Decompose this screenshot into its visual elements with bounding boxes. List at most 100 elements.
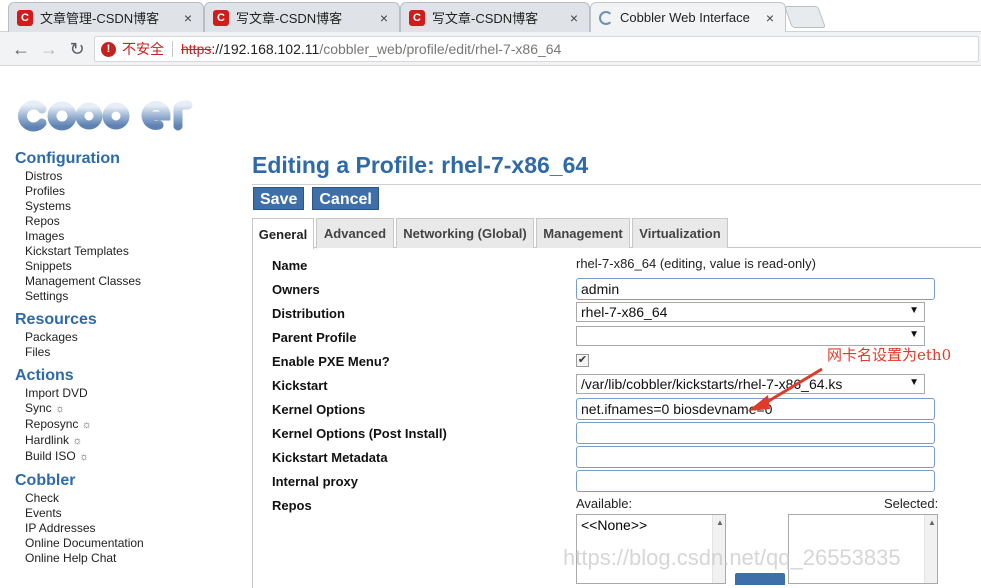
sidebar-item-snippets[interactable]: Snippets (25, 259, 215, 274)
security-label[interactable]: 不安全 (122, 39, 164, 59)
field-label: Parent Profile (272, 330, 357, 345)
sidebar-item-settings[interactable]: Settings (25, 289, 215, 304)
sidebar-list-configuration: Distros Profiles Systems Repos Images Ki… (15, 169, 215, 304)
close-icon[interactable]: × (377, 10, 391, 26)
sidebar-item-label: Hardlink (25, 433, 70, 447)
distribution-select[interactable]: rhel-7-x86_64 ▼ (576, 302, 925, 322)
sidebar-item-packages[interactable]: Packages (25, 330, 215, 345)
sidebar-item-build-iso[interactable]: Build ISO ☼ (25, 449, 215, 465)
tab-general[interactable]: General (252, 218, 314, 249)
browser-tab-title: Cobbler Web Interface (620, 10, 750, 25)
annotation-arrow-icon (748, 367, 823, 411)
kickstart-metadata-input[interactable] (576, 446, 935, 468)
url-scheme: https (181, 41, 212, 57)
page-title: Editing a Profile: rhel-7-x86_64 (252, 152, 589, 178)
list-item[interactable]: <<None>> (581, 517, 721, 533)
save-button[interactable]: Save (253, 187, 305, 210)
watermark: https://blog.csdn.net/qq_26553835 (563, 545, 901, 570)
sidebar-item-events[interactable]: Events (25, 506, 215, 521)
field-label: Internal proxy (272, 474, 358, 489)
csdn-favicon-icon: C (409, 9, 425, 26)
title-divider (252, 184, 981, 185)
new-tab-button[interactable] (783, 6, 827, 28)
main-content: Editing a Profile: rhel-7-x86_64 Save Ca… (252, 151, 981, 588)
sidebar-heading-actions: Actions (15, 367, 74, 384)
forward-arrow-icon[interactable]: → (38, 38, 60, 60)
sidebar-item-reposync[interactable]: Reposync ☼ (25, 417, 215, 433)
browser-tab-3[interactable]: C 写文章-CSDN博客 × (400, 2, 590, 32)
scroll-up-icon: ▲ (928, 518, 936, 527)
tab-management[interactable]: Management (536, 218, 630, 248)
browser-tab-title: 写文章-CSDN博客 (236, 11, 343, 26)
sidebar-item-import-dvd[interactable]: Import DVD (25, 386, 215, 401)
sidebar-heading-resources: Resources (15, 311, 97, 328)
field-label: Kernel Options (272, 402, 366, 417)
sidebar-item-online-help-chat[interactable]: Online Help Chat (25, 551, 215, 566)
address-toolbar: ← → ↻ ! 不安全 https://192.168.102.11/cobbl… (0, 32, 981, 66)
url-path: /cobbler_web/profile/edit/rhel-7-x86_64 (319, 41, 562, 57)
browser-tab-strip: C 文章管理-CSDN博客 × C 写文章-CSDN博客 × C 写文章-CSD… (0, 0, 981, 32)
field-kernel-options-row: Kernel Options net.ifnames=0 biosdevname… (272, 398, 972, 422)
sidebar-item-profiles[interactable]: Profiles (25, 184, 215, 199)
scrollbar[interactable]: ▲ (924, 515, 937, 583)
sidebar-item-management-classes[interactable]: Management Classes (25, 274, 215, 289)
browser-tab-1[interactable]: C 文章管理-CSDN博客 × (8, 2, 204, 32)
profile-tabs: General Advanced Networking (Global) Man… (252, 218, 981, 249)
close-icon[interactable]: × (763, 10, 777, 26)
field-label: Name (272, 258, 308, 273)
tab-virtualization[interactable]: Virtualization (632, 218, 728, 248)
tab-networking-global[interactable]: Networking (Global) (396, 218, 534, 248)
url-bar[interactable]: ! 不安全 https://192.168.102.11/cobbler_web… (94, 36, 979, 62)
field-label: Repos (272, 498, 312, 513)
gear-icon: ☼ (79, 451, 90, 463)
enable-pxe-checkbox[interactable]: ✔ (576, 354, 589, 367)
close-icon[interactable]: × (181, 10, 195, 26)
field-label: Kernel Options (Post Install) (272, 426, 447, 441)
name-readonly-value: rhel-7-x86_64 (editing, value is read-on… (576, 256, 816, 271)
warning-icon: ! (101, 41, 116, 57)
sidebar-heading-cobbler: Cobbler (15, 472, 76, 489)
sidebar-nav: Configuration Distros Profiles Systems R… (15, 149, 215, 566)
sidebar-item-images[interactable]: Images (25, 229, 215, 244)
parent-profile-select[interactable]: ▼ (576, 326, 925, 346)
field-label: Kickstart Metadata (272, 450, 388, 465)
sidebar-item-ip-addresses[interactable]: IP Addresses (25, 521, 215, 536)
cancel-button[interactable]: Cancel (312, 187, 379, 210)
field-name-row: Name rhel-7-x86_64 (editing, value is re… (272, 254, 972, 278)
sidebar-item-check[interactable]: Check (25, 491, 215, 506)
sidebar-item-systems[interactable]: Systems (25, 199, 215, 214)
sidebar-item-sync[interactable]: Sync ☼ (25, 401, 215, 417)
gear-icon: ☼ (81, 419, 92, 431)
browser-tab-4-active[interactable]: Cobbler Web Interface × (590, 2, 786, 32)
scroll-up-icon: ▲ (716, 518, 724, 527)
tab-advanced[interactable]: Advanced (316, 218, 394, 248)
sidebar-item-files[interactable]: Files (25, 345, 215, 360)
field-kernel-options-post-row: Kernel Options (Post Install) (272, 422, 972, 446)
cobbler-logo (18, 80, 193, 132)
reload-icon[interactable]: ↻ (66, 38, 88, 60)
sidebar-item-repos[interactable]: Repos (25, 214, 215, 229)
gear-icon: ☼ (72, 435, 83, 447)
add-repo-button[interactable] (735, 573, 785, 585)
kernel-options-post-install-input[interactable] (576, 422, 935, 444)
repos-selected-label: Selected: (884, 496, 939, 511)
sidebar-item-label: Build ISO (25, 449, 76, 463)
back-arrow-icon[interactable]: ← (10, 38, 32, 60)
field-internal-proxy-row: Internal proxy (272, 470, 972, 494)
close-icon[interactable]: × (567, 10, 581, 26)
url-divider (172, 41, 173, 57)
sidebar-item-kickstart-templates[interactable]: Kickstart Templates (25, 244, 215, 259)
browser-tab-2[interactable]: C 写文章-CSDN博客 × (204, 2, 400, 32)
general-tab-panel: Name rhel-7-x86_64 (editing, value is re… (252, 248, 981, 588)
action-buttons: Save Cancel (253, 187, 379, 210)
field-label: Enable PXE Menu? (272, 354, 390, 369)
sidebar-item-hardlink[interactable]: Hardlink ☼ (25, 433, 215, 449)
internal-proxy-input[interactable] (576, 470, 935, 492)
browser-tab-title: 文章管理-CSDN博客 (40, 11, 160, 26)
sidebar-heading-configuration: Configuration (15, 150, 120, 167)
sidebar-item-online-documentation[interactable]: Online Documentation (25, 536, 215, 551)
owners-input[interactable]: admin (576, 278, 935, 300)
sidebar-item-distros[interactable]: Distros (25, 169, 215, 184)
distribution-selected-value: rhel-7-x86_64 (581, 304, 668, 320)
field-label: Owners (272, 282, 320, 297)
